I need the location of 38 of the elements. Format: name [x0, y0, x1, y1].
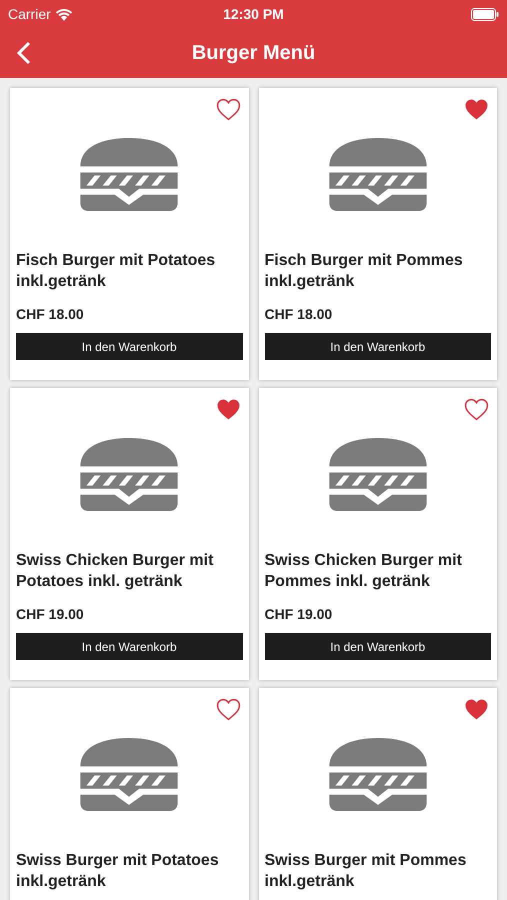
product-card[interactable]: Swiss Chicken Burger mit Potatoes inkl. getränk CHF 19.00 In den Warenkorb	[10, 388, 248, 680]
product-card[interactable]: Swiss Chicken Burger mit Pommes inkl. getränk CHF 19.00 In den Warenkorb	[258, 388, 497, 680]
product-card[interactable]: Fisch Burger mit Potatoes inkl.getränk CHF 18.00 In den Warenkorb	[10, 88, 248, 380]
burger-icon	[326, 438, 429, 510]
product-card[interactable]: Swiss Burger mit Potatoes inkl.getränk	[10, 688, 248, 900]
heart-icon[interactable]	[216, 698, 240, 721]
product-name: Fisch Burger mit Potatoes inkl.getränk	[16, 251, 216, 292]
add-to-cart-button[interactable]: In den Warenkorb	[264, 633, 491, 660]
product-price: CHF 18.00	[16, 305, 85, 324]
burger-icon	[78, 138, 180, 210]
product-name: Fisch Burger mit Pommes inkl.getränk	[264, 251, 464, 292]
burger-icon	[326, 138, 429, 210]
product-price: CHF 19.00	[16, 605, 85, 624]
product-card[interactable]: Swiss Burger mit Pommes inkl.getränk	[258, 688, 497, 900]
add-to-cart-button[interactable]: In den Warenkorb	[264, 333, 491, 360]
battery-icon	[471, 8, 499, 20]
burger-icon	[78, 438, 180, 510]
product-name: Swiss Chicken Burger mit Pommes inkl. getränk	[264, 551, 463, 592]
heart-icon[interactable]	[216, 98, 240, 121]
product-price: CHF 18.00	[264, 305, 334, 324]
heart-icon[interactable]	[464, 98, 489, 121]
back-chevron-icon	[17, 41, 31, 65]
burger-icon	[78, 738, 180, 810]
heart-icon[interactable]	[464, 398, 489, 421]
status-time: 12:30 PM	[223, 4, 284, 24]
wifi-icon	[54, 8, 73, 20]
add-to-cart-button[interactable]: In den Warenkorb	[16, 633, 242, 660]
heart-icon[interactable]	[216, 398, 240, 421]
product-name: Swiss Burger mit Potatoes inkl.getränk	[16, 851, 220, 892]
burger-icon	[326, 738, 429, 810]
add-to-cart-button[interactable]: In den Warenkorb	[16, 333, 242, 360]
heart-icon[interactable]	[464, 698, 489, 721]
product-name: Swiss Chicken Burger mit Potatoes inkl. getränk	[16, 551, 214, 592]
page-title: Burger Menü	[192, 41, 316, 66]
product-card[interactable]: Fisch Burger mit Pommes inkl.getränk CHF 18.00 In den Warenkorb	[258, 88, 497, 380]
product-name: Swiss Burger mit Pommes inkl.getränk	[264, 851, 468, 892]
carrier-label: Carrier	[8, 4, 51, 24]
product-price: CHF 19.00	[264, 605, 334, 624]
